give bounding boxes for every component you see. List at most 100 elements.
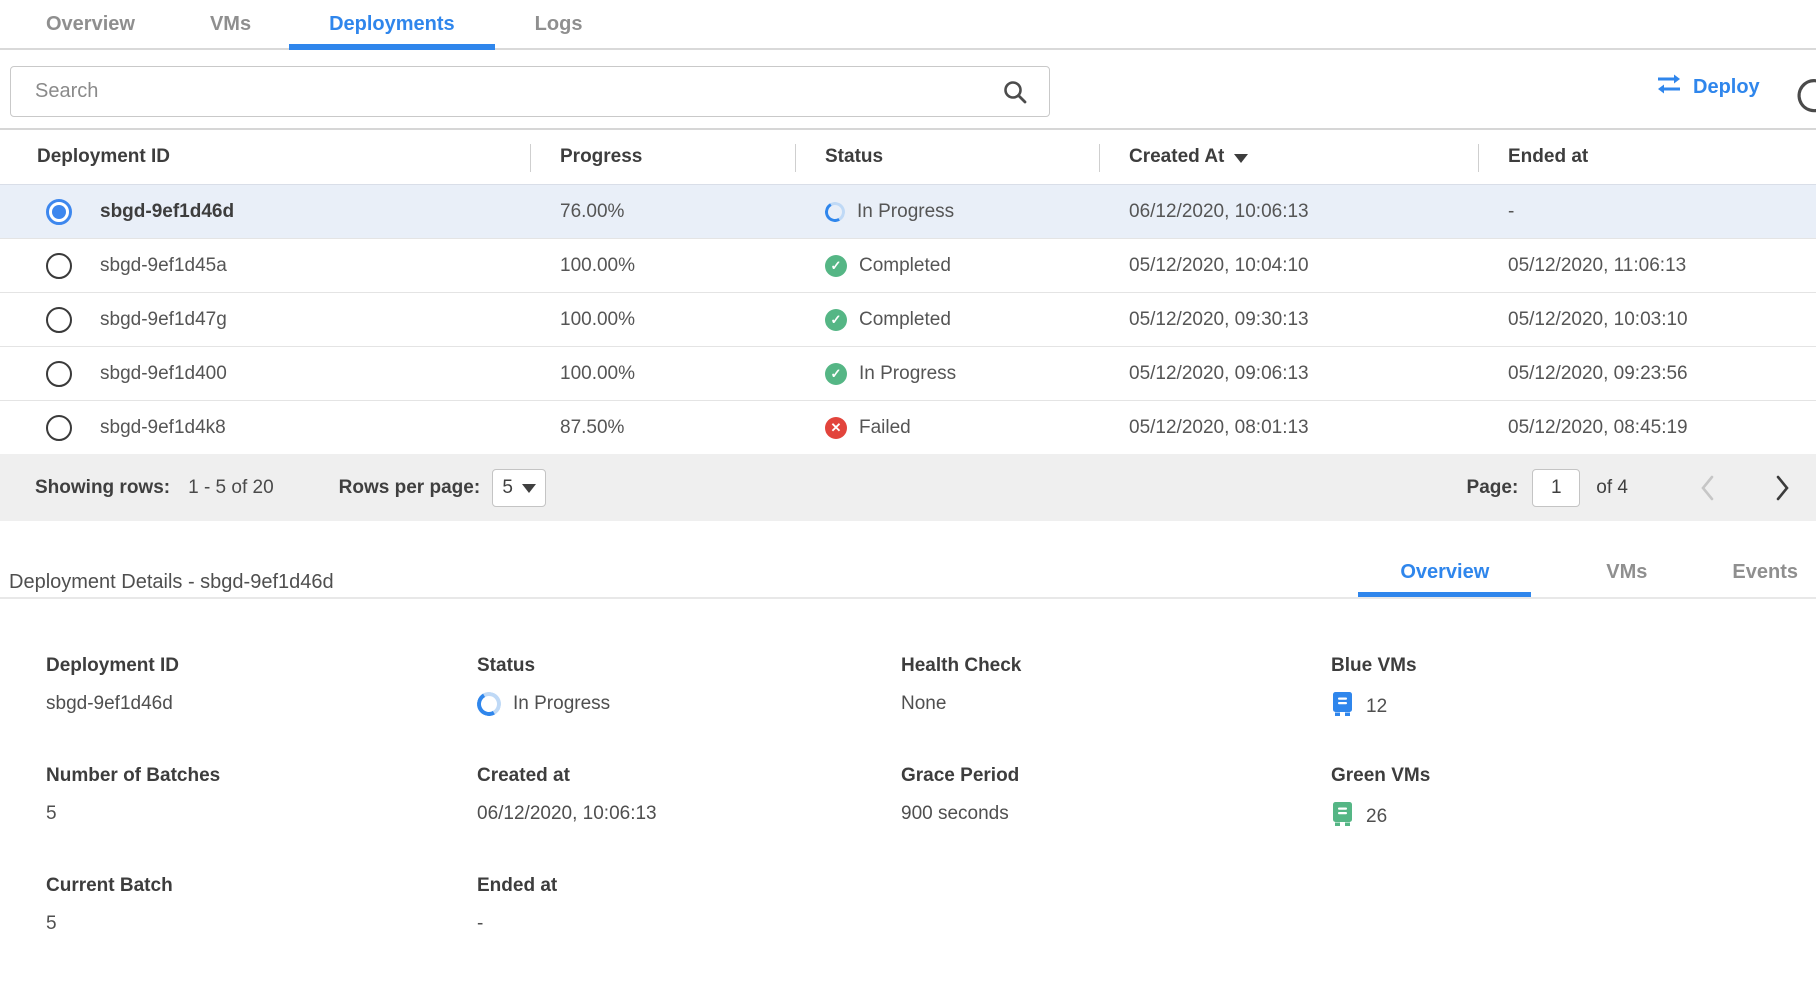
table-header-row: Deployment ID Progress Status Created At… [0, 128, 1816, 184]
created-at-cell: 05/12/2020, 09:06:13 [1099, 363, 1478, 385]
rows-per-page-label: Rows per page: [339, 477, 480, 499]
field-label: Health Check [901, 655, 1331, 677]
details-title: Deployment Details - sbgd-9ef1d46d [9, 571, 334, 594]
x-circle-icon: ✕ [825, 417, 847, 439]
field-grace-period: Grace Period 900 seconds [901, 765, 1331, 833]
row-radio[interactable] [46, 307, 72, 333]
field-status: Status In Progress [477, 655, 901, 723]
field-label: Grace Period [901, 765, 1331, 787]
toolbar: Deploy [0, 50, 1816, 128]
created-at-cell: 05/12/2020, 08:01:13 [1099, 417, 1478, 439]
field-value: 900 seconds [901, 801, 1331, 827]
column-header-status[interactable]: Status [795, 130, 1099, 184]
field-value: None [901, 691, 1331, 717]
progress-cell: 100.00% [530, 363, 795, 385]
progress-cell: 100.00% [530, 255, 795, 277]
details-tab-events[interactable]: Events [1732, 553, 1798, 599]
field-health-check: Health Check None [901, 655, 1331, 723]
field-label: Current Batch [46, 875, 477, 897]
page-total-label: of 4 [1596, 477, 1628, 499]
progress-cell: 100.00% [530, 309, 795, 331]
column-header-created-at-label: Created At [1129, 146, 1224, 168]
chevron-right-icon[interactable] [1774, 473, 1792, 503]
status-label: Completed [859, 309, 951, 331]
column-header-deployment-id[interactable]: Deployment ID [0, 130, 530, 184]
table-row[interactable]: sbgd-9ef1d400 100.00% ✓ In Progress 05/1… [0, 346, 1816, 400]
table-row[interactable]: sbgd-9ef1d45a 100.00% ✓ Completed 05/12/… [0, 238, 1816, 292]
column-header-progress[interactable]: Progress [530, 130, 795, 184]
deployment-id-cell: sbgd-9ef1d47g [100, 309, 227, 331]
deploy-button-label: Deploy [1693, 76, 1760, 99]
ended-at-cell: - [1478, 201, 1816, 223]
table-pagination-bar: Showing rows: 1 - 5 of 20 Rows per page:… [0, 454, 1816, 521]
details-tab-vms[interactable]: VMs [1606, 553, 1647, 599]
field-deployment-id: Deployment ID sbgd-9ef1d46d [46, 655, 477, 723]
field-label: Green VMs [1331, 765, 1816, 787]
sort-descending-icon [1234, 154, 1248, 163]
status-label: In Progress [859, 363, 956, 385]
table-row[interactable]: sbgd-9ef1d47g 100.00% ✓ Completed 05/12/… [0, 292, 1816, 346]
progress-cell: 76.00% [530, 201, 795, 223]
status-label: Failed [859, 417, 911, 439]
deploy-button[interactable]: Deploy [1655, 72, 1760, 102]
row-radio[interactable] [46, 253, 72, 279]
table-row[interactable]: sbgd-9ef1d4k8 87.50% ✕ Failed 05/12/2020… [0, 400, 1816, 454]
chevron-left-icon[interactable] [1698, 473, 1716, 503]
deployment-id-cell: sbgd-9ef1d45a [100, 255, 227, 277]
field-label: Status [477, 655, 901, 677]
progress-cell: 87.50% [530, 417, 795, 439]
details-tab-overview[interactable]: Overview [1358, 553, 1531, 599]
field-label: Number of Batches [46, 765, 477, 787]
tab-deployments[interactable]: Deployments [289, 0, 495, 50]
swap-arrows-icon [1655, 72, 1683, 102]
field-current-batch: Current Batch 5 [46, 875, 477, 937]
row-radio[interactable] [46, 361, 72, 387]
field-value: 26 [1366, 806, 1387, 828]
tab-vms[interactable]: VMs [210, 0, 251, 50]
rows-per-page-value: 5 [502, 477, 513, 499]
spinner-icon [474, 689, 503, 718]
row-radio-selected[interactable] [46, 199, 72, 225]
caret-down-icon [522, 484, 536, 493]
details-tabbar: Overview VMs Events [1358, 553, 1816, 599]
deployment-id-cell: sbgd-9ef1d46d [100, 201, 234, 223]
field-label: Created at [477, 765, 901, 787]
deployment-id-cell: sbgd-9ef1d400 [100, 363, 227, 385]
tab-logs[interactable]: Logs [535, 0, 583, 50]
details-divider [0, 597, 1816, 599]
page-number-input[interactable] [1532, 469, 1580, 507]
check-circle-icon: ✓ [825, 309, 847, 331]
vm-server-icon [1331, 801, 1354, 833]
check-circle-icon: ✓ [825, 255, 847, 277]
field-created-at: Created at 06/12/2020, 10:06:13 [477, 765, 901, 833]
details-grid: Deployment ID sbgd-9ef1d46d Status In Pr… [0, 655, 1816, 937]
search-input[interactable] [10, 66, 1050, 117]
field-green-vms: Green VMs 26 [1331, 765, 1816, 833]
field-label: Blue VMs [1331, 655, 1816, 677]
deployment-id-cell: sbgd-9ef1d4k8 [100, 417, 226, 439]
field-value: - [477, 911, 901, 937]
field-label: Deployment ID [46, 655, 477, 677]
search-icon [1002, 79, 1028, 110]
field-value: sbgd-9ef1d46d [46, 691, 477, 717]
column-header-created-at[interactable]: Created At [1099, 130, 1478, 184]
check-circle-icon: ✓ [825, 363, 847, 385]
refresh-icon[interactable] [1794, 74, 1816, 114]
table-row[interactable]: sbgd-9ef1d46d 76.00% In Progress 06/12/2… [0, 184, 1816, 238]
field-value: 06/12/2020, 10:06:13 [477, 801, 901, 827]
column-header-ended-at[interactable]: Ended at [1478, 130, 1816, 184]
status-label: In Progress [857, 201, 954, 223]
rows-per-page-select[interactable]: 5 [492, 469, 546, 507]
field-value: 5 [46, 801, 477, 827]
ended-at-cell: 05/12/2020, 09:23:56 [1478, 363, 1816, 385]
row-radio[interactable] [46, 415, 72, 441]
spinner-icon [823, 199, 847, 223]
deployments-table: Deployment ID Progress Status Created At… [0, 128, 1816, 521]
field-blue-vms: Blue VMs 12 [1331, 655, 1816, 723]
ended-at-cell: 05/12/2020, 11:06:13 [1478, 255, 1816, 277]
tab-overview[interactable]: Overview [46, 0, 135, 50]
ended-at-cell: 05/12/2020, 10:03:10 [1478, 309, 1816, 331]
created-at-cell: 05/12/2020, 09:30:13 [1099, 309, 1478, 331]
main-tabbar: Overview VMs Deployments Logs [0, 0, 1816, 50]
field-number-of-batches: Number of Batches 5 [46, 765, 477, 833]
